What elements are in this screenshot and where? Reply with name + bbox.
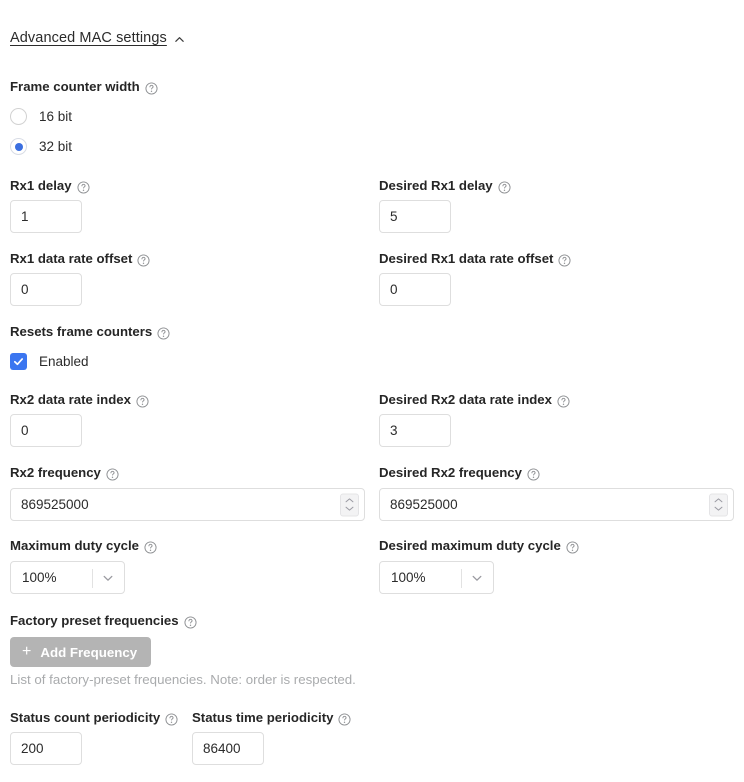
- rx2-frequency-field[interactable]: [10, 488, 365, 521]
- select-divider: [461, 569, 462, 588]
- help-circle-icon[interactable]: [558, 253, 571, 267]
- help-circle-icon[interactable]: [77, 180, 90, 194]
- status-count-periodicity-label: Status count periodicity: [10, 710, 178, 726]
- rx2-data-rate-index-input[interactable]: [10, 414, 82, 447]
- radio-16bit[interactable]: [10, 108, 27, 125]
- desired-maximum-duty-cycle-select[interactable]: 100%: [379, 561, 494, 594]
- chevron-down-icon[interactable]: [470, 571, 484, 585]
- help-circle-icon[interactable]: [165, 712, 178, 726]
- help-circle-icon[interactable]: [144, 540, 157, 554]
- resets-frame-counters-checkbox-row[interactable]: Enabled: [10, 353, 89, 370]
- plus-icon: +: [22, 643, 32, 660]
- desired-rx2-frequency-input[interactable]: [380, 489, 733, 520]
- help-circle-icon[interactable]: [157, 326, 170, 340]
- help-circle-icon[interactable]: [145, 81, 158, 95]
- chevron-down-icon[interactable]: [101, 571, 115, 585]
- resets-frame-counters-label: Resets frame counters: [10, 324, 170, 340]
- desired-maximum-duty-cycle-value: 100%: [391, 570, 426, 585]
- maximum-duty-cycle-select[interactable]: 100%: [10, 561, 125, 594]
- enabled-checkbox[interactable]: [10, 353, 27, 370]
- help-circle-icon[interactable]: [527, 467, 540, 481]
- desired-rx2-data-rate-index-input[interactable]: [379, 414, 451, 447]
- rx1-delay-input[interactable]: [10, 200, 82, 233]
- help-circle-icon[interactable]: [338, 712, 351, 726]
- status-count-periodicity-input[interactable]: [10, 732, 82, 765]
- add-frequency-button[interactable]: + Add Frequency: [10, 637, 152, 667]
- radio-16bit-label: 16 bit: [39, 109, 73, 124]
- advanced-mac-settings-toggle[interactable]: Advanced MAC settings: [10, 30, 185, 46]
- help-circle-icon[interactable]: [106, 467, 119, 481]
- help-circle-icon[interactable]: [557, 394, 570, 408]
- desired-rx2-frequency-stepper[interactable]: [709, 493, 728, 516]
- desired-rx1-data-rate-offset-label: Desired Rx1 data rate offset: [379, 251, 571, 267]
- factory-preset-frequencies-hint: List of factory-preset frequencies. Note…: [10, 672, 356, 687]
- select-divider: [92, 569, 93, 588]
- rx1-delay-label: Rx1 delay: [10, 178, 90, 194]
- desired-rx2-frequency-label: Desired Rx2 frequency: [379, 465, 540, 481]
- add-frequency-button-label: Add Frequency: [40, 644, 138, 660]
- radio-32bit-label: 32 bit: [39, 139, 73, 154]
- rx2-frequency-input[interactable]: [11, 489, 364, 520]
- desired-rx1-delay-label: Desired Rx1 delay: [379, 178, 511, 194]
- desired-maximum-duty-cycle-label: Desired maximum duty cycle: [379, 538, 579, 554]
- maximum-duty-cycle-label: Maximum duty cycle: [10, 538, 157, 554]
- help-circle-icon[interactable]: [137, 253, 150, 267]
- rx1-data-rate-offset-label: Rx1 data rate offset: [10, 251, 150, 267]
- rx2-frequency-label: Rx2 frequency: [10, 465, 119, 481]
- desired-rx1-data-rate-offset-input[interactable]: [379, 273, 451, 306]
- radio-option-16bit[interactable]: 16 bit: [10, 108, 72, 125]
- radio-32bit[interactable]: [10, 138, 27, 155]
- desired-rx2-data-rate-index-label: Desired Rx2 data rate index: [379, 392, 570, 408]
- help-circle-icon[interactable]: [184, 615, 197, 629]
- help-circle-icon[interactable]: [136, 394, 149, 408]
- section-title: Advanced MAC settings: [10, 30, 167, 46]
- rx2-data-rate-index-label: Rx2 data rate index: [10, 392, 149, 408]
- desired-rx2-frequency-field[interactable]: [379, 488, 734, 521]
- radio-option-32bit[interactable]: 32 bit: [10, 138, 72, 155]
- rx1-data-rate-offset-input[interactable]: [10, 273, 82, 306]
- chevron-up-icon[interactable]: [174, 34, 185, 45]
- rx2-frequency-stepper[interactable]: [340, 493, 359, 516]
- advanced-mac-settings-panel: Advanced MAC settings Frame counter widt…: [0, 0, 744, 782]
- maximum-duty-cycle-value: 100%: [22, 570, 57, 585]
- help-circle-icon[interactable]: [566, 540, 579, 554]
- desired-rx1-delay-input[interactable]: [379, 200, 451, 233]
- frame-counter-width-label: Frame counter width: [10, 79, 158, 95]
- status-time-periodicity-input[interactable]: [192, 732, 264, 765]
- help-circle-icon[interactable]: [498, 180, 511, 194]
- status-time-periodicity-label: Status time periodicity: [192, 710, 351, 726]
- enabled-checkbox-label: Enabled: [39, 354, 89, 369]
- factory-preset-frequencies-label: Factory preset frequencies: [10, 613, 197, 629]
